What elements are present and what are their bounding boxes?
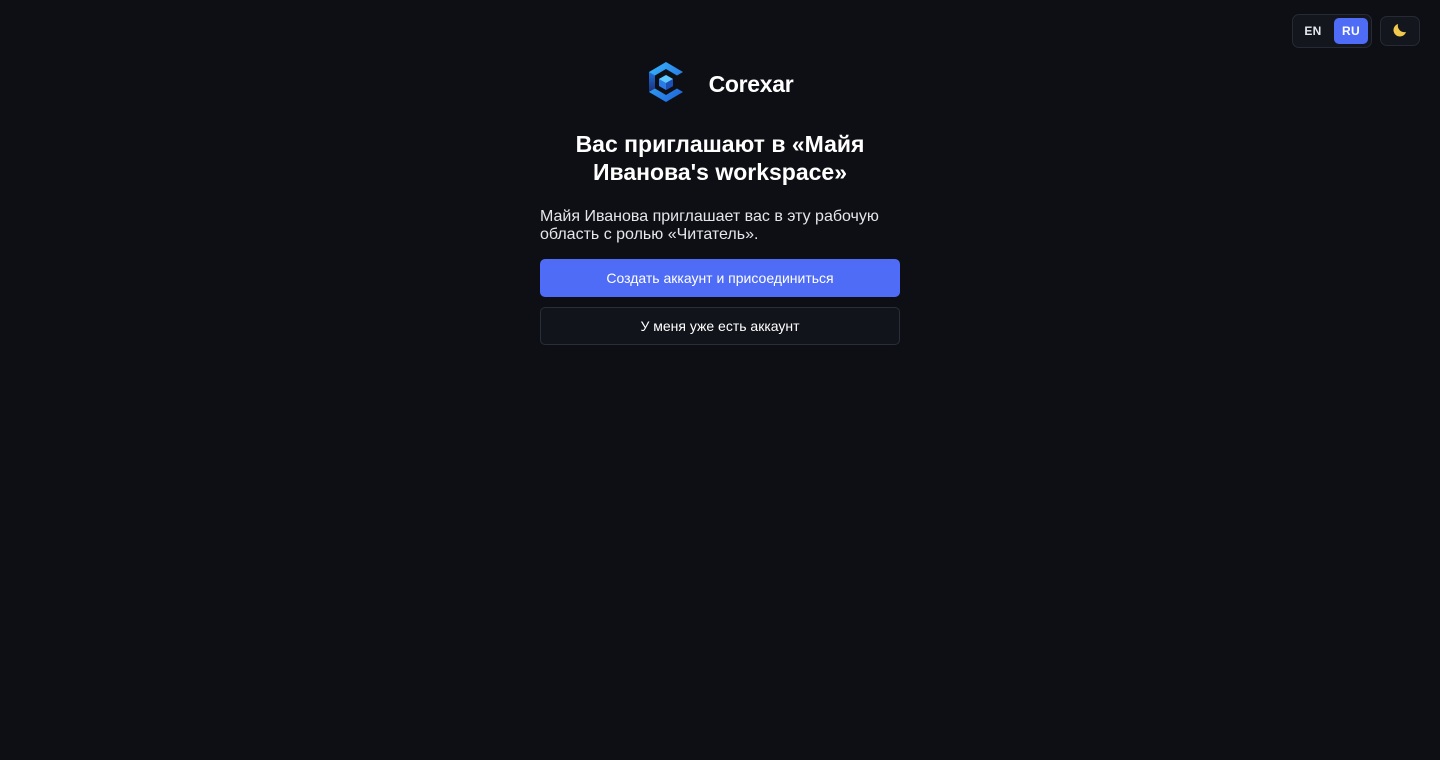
brand-name: Corexar bbox=[708, 70, 794, 97]
lang-ru-button[interactable]: RU bbox=[1334, 18, 1368, 44]
lang-en-button[interactable]: EN bbox=[1296, 18, 1330, 44]
top-controls: EN RU bbox=[1292, 14, 1420, 48]
create-account-button[interactable]: Создать аккаунт и присоединиться bbox=[540, 259, 900, 297]
invite-description: Майя Иванова приглашает вас в эту рабочу… bbox=[540, 208, 879, 243]
moon-icon bbox=[1391, 21, 1409, 42]
corexar-logo-icon bbox=[647, 61, 685, 108]
theme-toggle-button[interactable] bbox=[1380, 16, 1420, 46]
brand: Corexar bbox=[540, 61, 900, 108]
language-switch: EN RU bbox=[1292, 14, 1372, 48]
invite-card: Corexar Вас приглашают в «Майя Иванова's… bbox=[540, 61, 900, 345]
existing-account-button[interactable]: У меня уже есть аккаунт bbox=[540, 307, 900, 345]
page-title: Вас приглашают в «Майя Иванова's workspa… bbox=[575, 131, 865, 185]
